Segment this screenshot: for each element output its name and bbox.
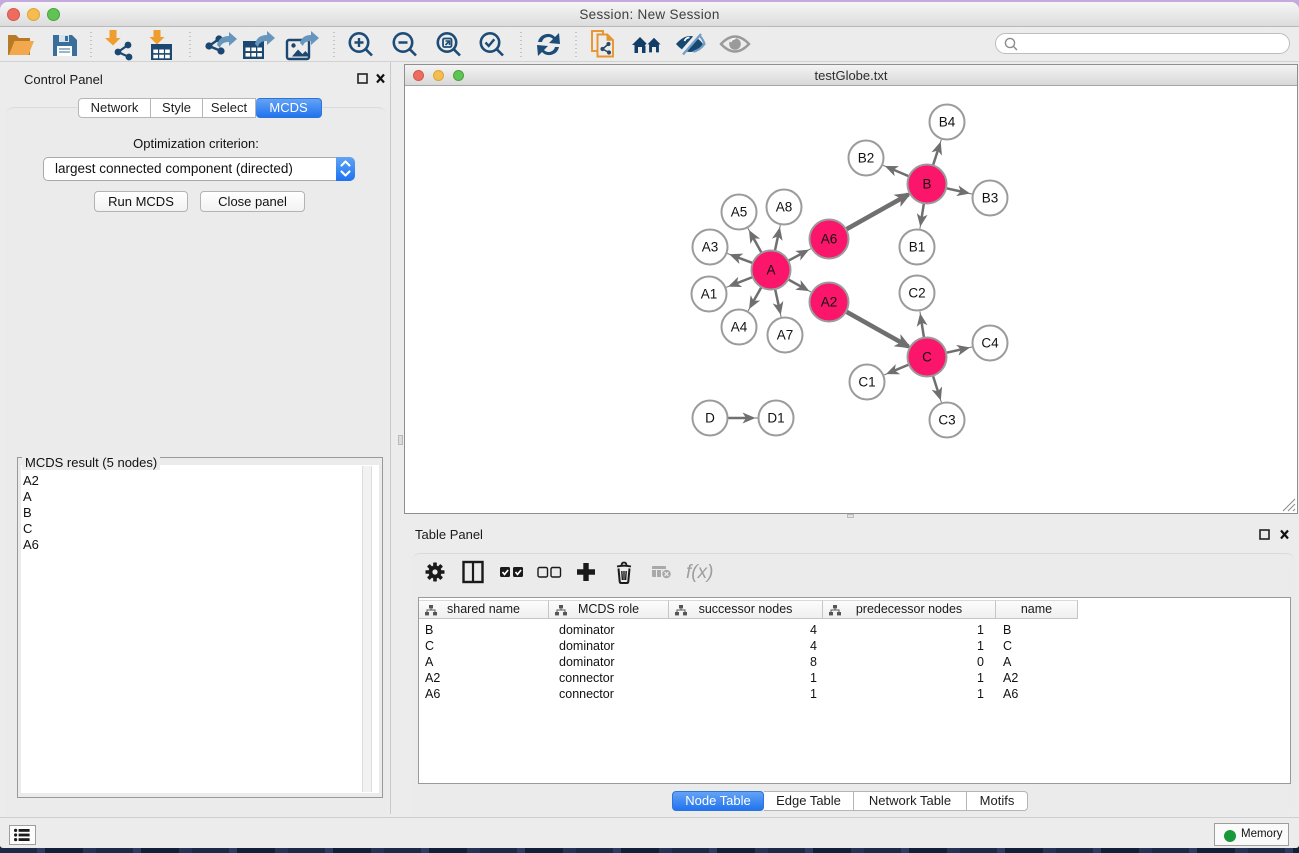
svg-text:B: B [922,177,931,192]
svg-text:A8: A8 [776,200,793,215]
svg-text:A5: A5 [731,205,748,220]
svg-text:A: A [766,263,775,278]
svg-text:B1: B1 [909,240,926,255]
svg-text:B3: B3 [982,191,999,206]
svg-text:C3: C3 [938,413,955,428]
svg-text:B2: B2 [858,151,875,166]
svg-text:A1: A1 [701,287,718,302]
svg-text:D: D [705,411,715,426]
svg-text:B4: B4 [939,115,956,130]
svg-text:A4: A4 [731,320,748,335]
svg-text:f(x): f(x) [686,562,713,583]
svg-text:C4: C4 [981,336,999,351]
svg-text:C1: C1 [858,375,875,390]
svg-text:A6: A6 [821,232,838,247]
svg-text:A2: A2 [821,295,838,310]
svg-text:C2: C2 [908,286,925,301]
svg-text:A7: A7 [777,328,794,343]
svg-text:D1: D1 [767,411,784,426]
svg-text:C: C [922,350,932,365]
svg-text:A3: A3 [702,240,719,255]
